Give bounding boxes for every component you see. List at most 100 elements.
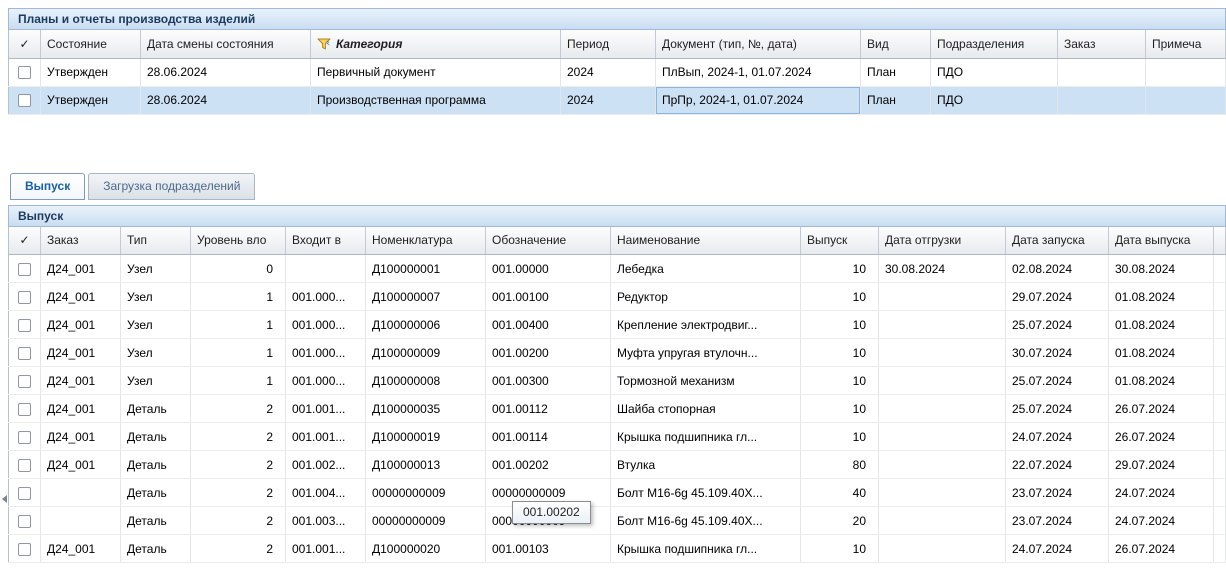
tab-zagruzka-podrazdelenij[interactable]: Загрузка подразделений bbox=[88, 173, 255, 200]
column-header-release_date[interactable]: Дата выпуска bbox=[1109, 227, 1214, 255]
splitter-collapse-button[interactable] bbox=[0, 488, 8, 510]
cell-name[interactable]: Крышка подшипника гл... bbox=[611, 535, 801, 563]
row-checkbox[interactable] bbox=[18, 319, 31, 332]
cell-designation[interactable]: 001.00000 bbox=[486, 255, 611, 283]
cell-parent[interactable] bbox=[286, 255, 366, 283]
cell-ship_date[interactable] bbox=[879, 535, 1006, 563]
cell-order[interactable] bbox=[1058, 58, 1146, 86]
cell-kind[interactable]: План bbox=[861, 86, 931, 114]
cell-release_date[interactable]: 24.07.2024 bbox=[1109, 479, 1214, 507]
cell-qty[interactable]: 10 bbox=[801, 535, 879, 563]
cell-order[interactable]: Д24_001 bbox=[41, 395, 121, 423]
cell-order[interactable] bbox=[41, 479, 121, 507]
cell-release_date[interactable]: 01.08.2024 bbox=[1109, 367, 1214, 395]
table-row[interactable]: Утвержден28.06.2024Производственная прог… bbox=[9, 86, 1226, 114]
column-header-designation[interactable]: Обозначение bbox=[486, 227, 611, 255]
cell-type[interactable]: Узел bbox=[121, 255, 191, 283]
cell-state[interactable]: Утвержден bbox=[41, 86, 141, 114]
cell-ship_date[interactable] bbox=[879, 479, 1006, 507]
cell-nomenclature[interactable]: Д100000035 bbox=[366, 395, 486, 423]
cell-note[interactable] bbox=[1146, 86, 1226, 114]
cell-level[interactable]: 2 bbox=[191, 451, 286, 479]
cell-order[interactable]: Д24_001 bbox=[41, 535, 121, 563]
cell-kind[interactable]: План bbox=[861, 58, 931, 86]
cell-name[interactable]: Болт М16-6g 45.109.40Х... bbox=[611, 507, 801, 535]
table-row[interactable]: Д24_001Деталь2001.002...Д100000013001.00… bbox=[9, 451, 1226, 479]
column-header-check[interactable]: ✓ bbox=[9, 227, 41, 255]
cell-qty[interactable]: 20 bbox=[801, 507, 879, 535]
cell-order[interactable]: Д24_001 bbox=[41, 423, 121, 451]
cell-release_date[interactable]: 01.08.2024 bbox=[1109, 311, 1214, 339]
cell-type[interactable]: Деталь bbox=[121, 479, 191, 507]
cell-level[interactable]: 2 bbox=[191, 423, 286, 451]
cell-designation[interactable]: 001.00202 bbox=[486, 451, 611, 479]
table-row[interactable]: Д24_001Узел1001.000...Д100000007001.0010… bbox=[9, 283, 1226, 311]
table-row[interactable]: Деталь2001.003...0000000000900000000009Б… bbox=[9, 507, 1226, 535]
cell-release_date[interactable]: 29.07.2024 bbox=[1109, 451, 1214, 479]
cell-division[interactable]: ПДО bbox=[931, 58, 1058, 86]
column-header-name[interactable]: Наименование bbox=[611, 227, 801, 255]
cell-type[interactable]: Деталь bbox=[121, 535, 191, 563]
cell-name[interactable]: Муфта упругая втулочн... bbox=[611, 339, 801, 367]
cell-ship_date[interactable] bbox=[879, 283, 1006, 311]
table-row[interactable]: Деталь2001.004...0000000000900000000009Б… bbox=[9, 479, 1226, 507]
table-row[interactable]: Д24_001Узел0Д100000001001.00000Лебедка10… bbox=[9, 255, 1226, 283]
cell-note[interactable] bbox=[1146, 58, 1226, 86]
cell-release_date[interactable]: 01.08.2024 bbox=[1109, 339, 1214, 367]
cell-division[interactable]: ПДО bbox=[931, 86, 1058, 114]
row-checkbox[interactable] bbox=[18, 515, 31, 528]
cell-name[interactable]: Втулка bbox=[611, 451, 801, 479]
cell-nomenclature[interactable]: 00000000009 bbox=[366, 479, 486, 507]
cell-type[interactable]: Деталь bbox=[121, 423, 191, 451]
cell-category[interactable]: Производственная программа bbox=[311, 86, 561, 114]
cell-level[interactable]: 1 bbox=[191, 311, 286, 339]
cell-parent[interactable]: 001.001... bbox=[286, 395, 366, 423]
cell-parent[interactable]: 001.002... bbox=[286, 451, 366, 479]
column-header-start_date[interactable]: Дата запуска bbox=[1006, 227, 1109, 255]
table-row[interactable]: Д24_001Деталь2001.001...Д100000035001.00… bbox=[9, 395, 1226, 423]
cell-document[interactable]: ПлВып, 2024-1, 01.07.2024 bbox=[656, 58, 861, 86]
cell-nomenclature[interactable]: Д100000007 bbox=[366, 283, 486, 311]
cell-ship_date[interactable] bbox=[879, 451, 1006, 479]
cell-ship_date[interactable] bbox=[879, 395, 1006, 423]
cell-qty[interactable]: 10 bbox=[801, 395, 879, 423]
cell-nomenclature[interactable]: Д100000006 bbox=[366, 311, 486, 339]
cell-ship_date[interactable]: 30.08.2024 bbox=[879, 255, 1006, 283]
cell-order[interactable]: Д24_001 bbox=[41, 451, 121, 479]
column-header-order[interactable]: Заказ bbox=[1058, 30, 1146, 58]
cell-order[interactable]: Д24_001 bbox=[41, 311, 121, 339]
column-header-ship_date[interactable]: Дата отгрузки bbox=[879, 227, 1006, 255]
cell-date_changed[interactable]: 28.06.2024 bbox=[141, 58, 311, 86]
cell-nomenclature[interactable]: Д100000008 bbox=[366, 367, 486, 395]
cell-designation[interactable]: 001.00200 bbox=[486, 339, 611, 367]
cell-start_date[interactable]: 22.07.2024 bbox=[1006, 451, 1109, 479]
cell-type[interactable]: Деталь bbox=[121, 507, 191, 535]
cell-name[interactable]: Тормозной механизм bbox=[611, 367, 801, 395]
table-row[interactable]: Д24_001Узел1001.000...Д100000006001.0040… bbox=[9, 311, 1226, 339]
cell-state[interactable]: Утвержден bbox=[41, 58, 141, 86]
cell-start_date[interactable]: 30.07.2024 bbox=[1006, 339, 1109, 367]
cell-order[interactable] bbox=[1058, 86, 1146, 114]
column-header-type[interactable]: Тип bbox=[121, 227, 191, 255]
cell-start_date[interactable]: 29.07.2024 bbox=[1006, 283, 1109, 311]
column-header-category[interactable]: Категория bbox=[311, 30, 561, 58]
column-header-check[interactable]: ✓ bbox=[9, 30, 41, 58]
cell-parent[interactable]: 001.004... bbox=[286, 479, 366, 507]
cell-ship_date[interactable] bbox=[879, 339, 1006, 367]
cell-parent[interactable]: 001.000... bbox=[286, 367, 366, 395]
cell-name[interactable]: Лебедка bbox=[611, 255, 801, 283]
cell-qty[interactable]: 40 bbox=[801, 479, 879, 507]
cell-level[interactable]: 1 bbox=[191, 283, 286, 311]
cell-type[interactable]: Узел bbox=[121, 311, 191, 339]
cell-name[interactable]: Крышка подшипника гл... bbox=[611, 423, 801, 451]
cell-designation[interactable]: 001.00103 bbox=[486, 535, 611, 563]
cell-parent[interactable]: 001.000... bbox=[286, 283, 366, 311]
table-row[interactable]: Д24_001Деталь2001.001...Д100000019001.00… bbox=[9, 423, 1226, 451]
cell-qty[interactable]: 80 bbox=[801, 451, 879, 479]
cell-name[interactable]: Болт М16-6g 45.109.40Х... bbox=[611, 479, 801, 507]
cell-qty[interactable]: 10 bbox=[801, 423, 879, 451]
cell-release_date[interactable]: 26.07.2024 bbox=[1109, 423, 1214, 451]
row-checkbox[interactable] bbox=[18, 263, 31, 276]
column-header-period[interactable]: Период bbox=[561, 30, 656, 58]
table-row[interactable]: Утвержден28.06.2024Первичный документ202… bbox=[9, 58, 1226, 86]
